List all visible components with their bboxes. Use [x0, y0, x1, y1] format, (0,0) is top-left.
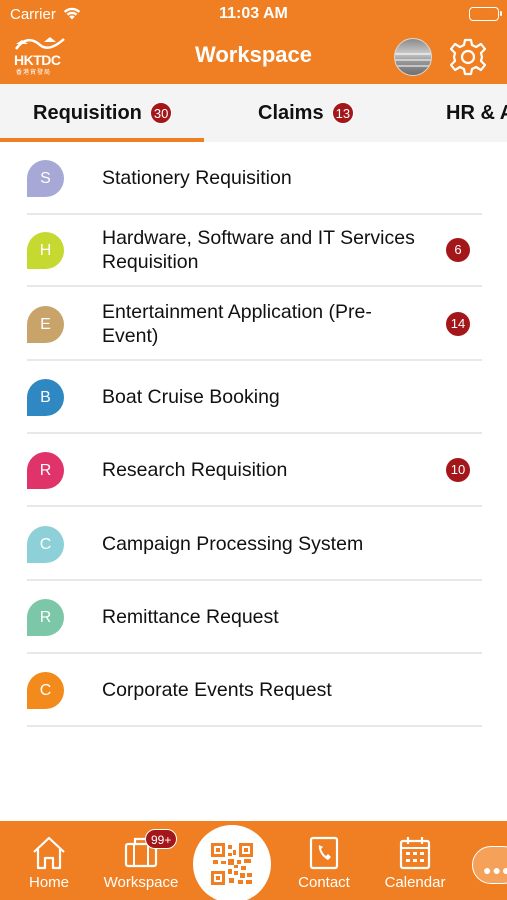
list-item[interactable]: R Research Requisition 10 [0, 434, 507, 507]
item-initial-icon: C [27, 672, 64, 709]
list-item[interactable]: R Remittance Request [0, 581, 507, 654]
item-label: Campaign Processing System [102, 533, 364, 555]
home-icon [33, 836, 65, 870]
tab-requisition-label: Requisition [33, 101, 142, 124]
tab-calendar-label: Calendar [384, 874, 446, 891]
item-label: Hardware, Software and IT Services Requi… [102, 227, 415, 273]
item-initial-icon: S [27, 160, 64, 197]
tab-calendar[interactable]: Calendar [378, 821, 452, 900]
more-icon: ●●● [483, 862, 507, 878]
logo-subtext: 香港貿發局 [16, 70, 52, 76]
nav-bar: HKTDC 香港貿發局 Workspace [0, 28, 507, 84]
list-item[interactable]: S Stationery Requisition [0, 142, 507, 215]
tab-claims[interactable]: Claims 13 [258, 84, 355, 142]
item-count-badge: 10 [446, 458, 470, 482]
more-button[interactable]: ●●● [472, 846, 507, 884]
gear-icon[interactable] [448, 37, 488, 77]
item-initial-icon: C [27, 526, 64, 563]
qr-scan-button[interactable] [193, 825, 271, 900]
item-initial-icon: B [27, 379, 64, 416]
item-label: Research Requisition [102, 459, 288, 481]
tab-workspace-label: Workspace [103, 874, 179, 891]
tab-hr[interactable]: HR & A [446, 84, 507, 142]
row-divider [27, 725, 482, 727]
item-label: Boat Cruise Booking [102, 386, 280, 408]
row-divider [27, 505, 482, 507]
list-item[interactable]: B Boat Cruise Booking [0, 361, 507, 434]
item-initial-icon: R [27, 452, 64, 489]
status-bar: Carrier 11:03 AM [0, 0, 507, 28]
item-label: Remittance Request [102, 606, 279, 628]
tab-home-label: Home [28, 874, 69, 891]
tab-contact[interactable]: Contact [290, 821, 358, 900]
workspace-badge: 99+ [145, 829, 178, 849]
item-label: Stationery Requisition [102, 167, 292, 189]
item-count-badge: 14 [446, 312, 470, 336]
tab-home[interactable]: Home [18, 821, 80, 900]
tab-hr-label: HR & A [446, 101, 507, 124]
item-initial-icon: H [27, 232, 64, 269]
tab-contact-label: Contact [298, 874, 350, 891]
calendar-icon [399, 837, 431, 870]
battery-icon [469, 7, 502, 21]
tab-claims-label: Claims [258, 101, 324, 124]
category-tabs: Requisition 30 Claims 13 HR & A [0, 84, 507, 142]
item-count-badge: 6 [446, 238, 470, 262]
item-label: Entertainment Application (Pre-Event) [102, 301, 372, 347]
tab-requisition-count: 30 [149, 102, 173, 124]
item-label: Corporate Events Request [102, 679, 332, 701]
contact-phone-icon [309, 836, 339, 870]
list-item[interactable]: C Campaign Processing System [0, 508, 507, 581]
qr-code-icon [211, 843, 253, 885]
item-initial-icon: E [27, 306, 64, 343]
list-item[interactable]: C Corporate Events Request [0, 654, 507, 727]
list-item[interactable]: H Hardware, Software and IT Services Requ… [0, 214, 507, 287]
tab-requisition[interactable]: Requisition 30 [33, 84, 173, 142]
tab-claims-count: 13 [331, 102, 355, 124]
list-item[interactable]: E Entertainment Application (Pre-Event) 14 [0, 288, 507, 361]
clock-time: 11:03 AM [219, 5, 288, 22]
avatar[interactable] [394, 38, 432, 76]
row-divider [27, 285, 482, 287]
item-initial-icon: R [27, 599, 64, 636]
